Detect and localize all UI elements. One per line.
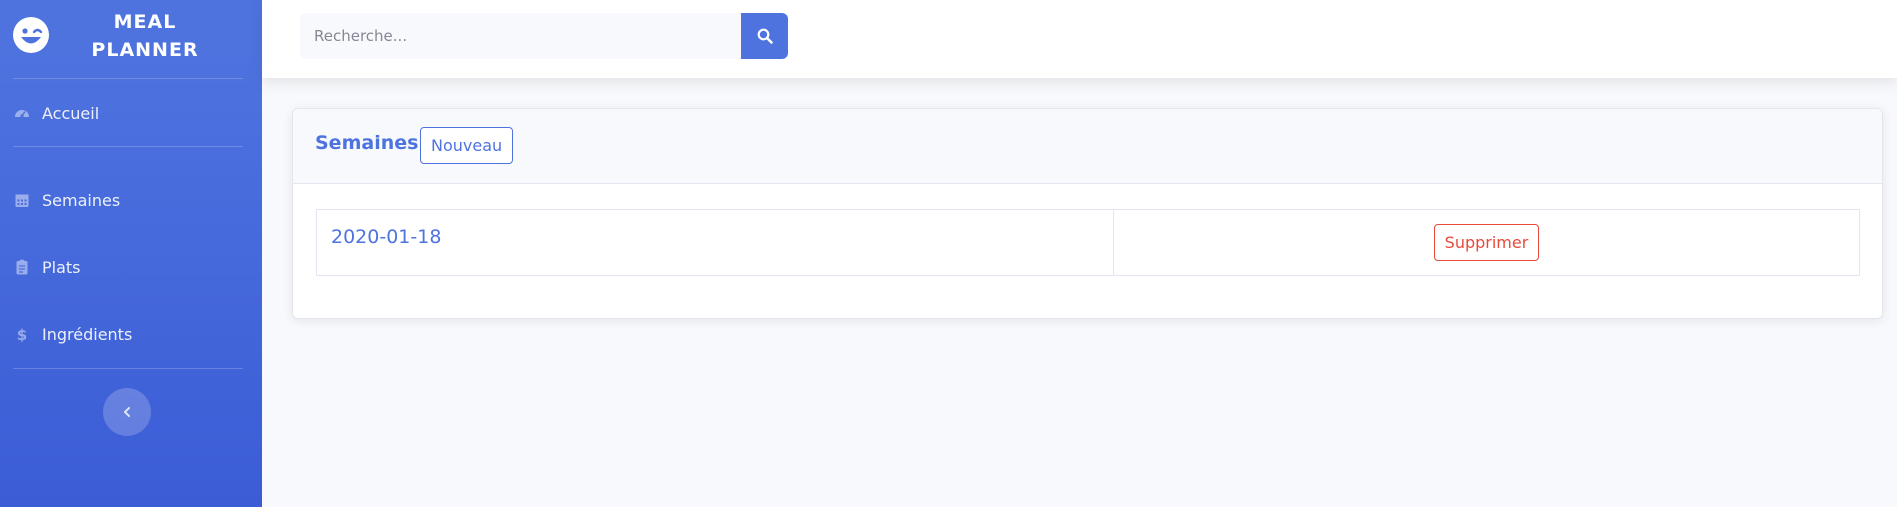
chevron-left-icon: [124, 407, 130, 417]
sidebar-item-label: Ingrédients: [42, 324, 133, 344]
brand-name: Meal Planner: [91, 11, 199, 61]
search-icon: [757, 28, 773, 44]
sidebar-divider: [13, 368, 243, 369]
new-week-button[interactable]: Nouveau: [420, 127, 514, 164]
sidebar-toggle-button[interactable]: [103, 388, 151, 436]
week-date-link[interactable]: 2020-01-18: [331, 226, 441, 248]
weeks-card: Semaines - Nouveau 2020-01-18 Supprimer: [292, 108, 1883, 319]
search-bar: [300, 13, 788, 59]
sidebar-item-ingredients[interactable]: $ Ingrédients: [0, 314, 262, 354]
sidebar-item-accueil[interactable]: Accueil: [0, 93, 262, 133]
clipboard-icon: [14, 259, 30, 275]
card-header: Semaines - Nouveau: [293, 109, 1882, 184]
sidebar: Meal Planner Accueil Se: [0, 0, 262, 507]
sidebar-item-plats[interactable]: Plats: [0, 247, 262, 287]
delete-button[interactable]: Supprimer: [1433, 224, 1540, 261]
tachometer-icon: [14, 105, 30, 121]
sidebar-item-label: Accueil: [42, 103, 100, 123]
laugh-wink-icon: [13, 17, 49, 53]
brand[interactable]: Meal Planner: [0, 0, 262, 78]
topbar: [262, 0, 1897, 78]
search-input[interactable]: [300, 13, 742, 59]
calendar-icon: [14, 192, 30, 208]
svg-text:$: $: [17, 326, 27, 342]
sidebar-item-label: Semaines: [42, 190, 121, 210]
dollar-icon: $: [14, 326, 30, 342]
sidebar-item-label: Plats: [42, 257, 81, 277]
table-cell-actions: Supprimer: [1114, 210, 1859, 275]
sidebar-divider: [13, 146, 243, 147]
card-title: Semaines -: [315, 132, 433, 154]
table-cell-date: 2020-01-18: [317, 210, 1114, 275]
table-row: 2020-01-18 Supprimer: [316, 209, 1860, 276]
sidebar-item-semaines[interactable]: Semaines: [0, 180, 262, 220]
search-button[interactable]: [741, 13, 788, 59]
sidebar-divider: [13, 78, 243, 79]
